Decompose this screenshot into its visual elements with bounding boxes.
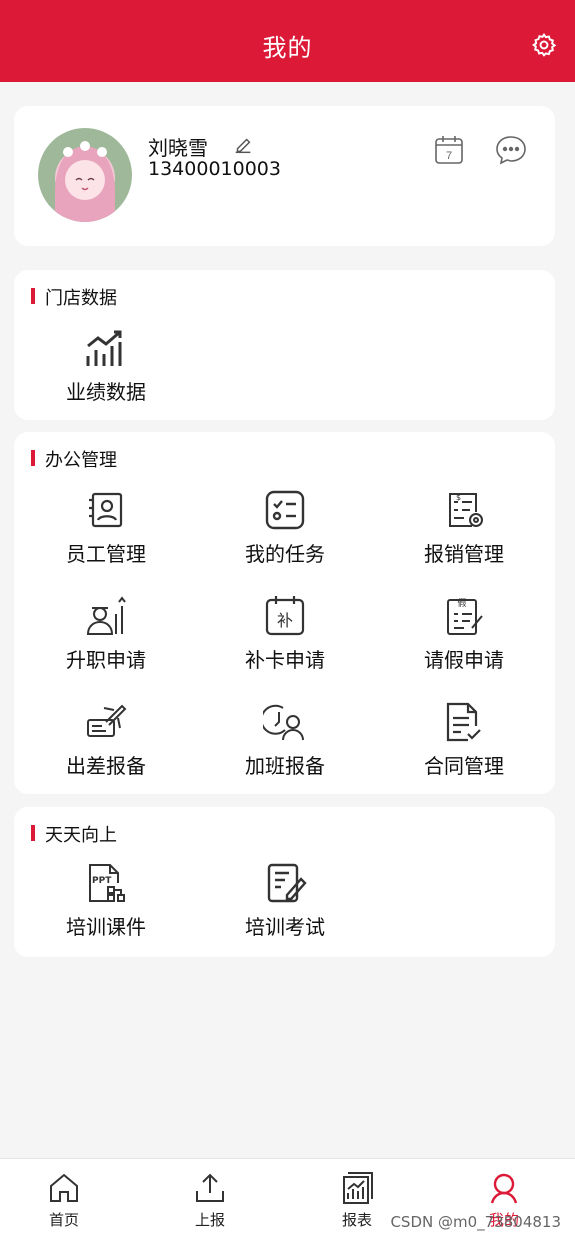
upload-icon (196, 1173, 224, 1202)
item-performance-data[interactable]: 业绩数据 (26, 326, 186, 405)
item-label: 升职申请 (66, 648, 146, 672)
item-label: 加班报备 (245, 754, 325, 778)
store-data-card: 门店数据 业绩数据 (14, 270, 555, 420)
item-leave-request[interactable]: 假 请假申请 (384, 594, 544, 673)
svg-text:补: 补 (277, 611, 293, 630)
item-label: 出差报备 (66, 754, 146, 778)
item-label: 合同管理 (424, 754, 504, 778)
reimbursement-doc-icon: $ (449, 493, 483, 527)
calendar-icon[interactable]: 7 (434, 134, 464, 166)
user-icon (490, 1173, 518, 1204)
watermark: CSDN @m0_73804813 (390, 1213, 561, 1231)
promotion-person-icon (86, 596, 126, 635)
item-training-courseware[interactable]: PPT 培训课件 (26, 861, 186, 940)
clock-fix-icon: 补 (265, 596, 305, 636)
item-label: 补卡申请 (245, 648, 325, 672)
svg-text:假: 假 (457, 598, 466, 609)
daily-card: 天天向上 PPT 培训课件 培训考试 (14, 807, 555, 957)
section-title-daily: 天天向上 (31, 821, 117, 847)
edit-icon[interactable] (232, 134, 254, 156)
business-trip-icon (87, 704, 127, 737)
item-clock-fix[interactable]: 补 补卡申请 (205, 594, 365, 673)
page-title: 我的 (262, 34, 313, 62)
item-reimbursement[interactable]: $ 报销管理 (384, 488, 544, 567)
message-icon[interactable] (494, 134, 528, 166)
svg-text:$: $ (456, 493, 461, 502)
exam-pen-icon (267, 863, 307, 903)
item-business-trip[interactable]: 出差报备 (26, 700, 186, 779)
item-my-tasks[interactable]: 我的任务 (205, 488, 365, 567)
item-label: 请假申请 (424, 648, 504, 672)
chart-trend-icon (86, 330, 122, 366)
svg-text:PPT: PPT (92, 876, 112, 886)
tab-report-upload[interactable]: 上报 (160, 1171, 260, 1230)
item-label: 培训考试 (245, 915, 325, 939)
report-chart-icon (343, 1172, 373, 1204)
overtime-clock-person-icon (263, 704, 304, 741)
leave-form-icon: 假 (447, 598, 483, 635)
item-training-exam[interactable]: 培训考试 (205, 861, 365, 940)
item-label: 我的任务 (245, 542, 325, 566)
item-overtime[interactable]: 加班报备 (205, 700, 365, 779)
avatar[interactable] (38, 128, 132, 222)
tab-home[interactable]: 首页 (14, 1171, 114, 1230)
user-phone: 13400010003 (148, 158, 281, 180)
ppt-file-icon: PPT (89, 864, 125, 902)
user-name: 刘晓雪 (148, 136, 208, 160)
svg-text:7: 7 (446, 150, 452, 162)
section-title-store: 门店数据 (31, 284, 117, 310)
tab-label: 首页 (48, 1211, 79, 1229)
app-header: 我的 (0, 0, 575, 82)
staff-card-icon (89, 492, 123, 528)
section-title-office: 办公管理 (31, 446, 117, 472)
item-label: 员工管理 (66, 542, 146, 566)
contract-doc-icon (446, 702, 481, 742)
item-contract[interactable]: 合同管理 (384, 700, 544, 779)
item-label: 业绩数据 (66, 380, 146, 404)
office-card: 办公管理 员工管理 我的任务 $ 报销管理 升职申请 补 补卡申请 假 请假申请… (14, 432, 555, 794)
item-promotion[interactable]: 升职申请 (26, 594, 186, 673)
home-icon (50, 1173, 78, 1202)
item-label: 培训课件 (66, 915, 146, 939)
profile-card: 刘晓雪 13400010003 7 (14, 106, 555, 246)
item-staff-management[interactable]: 员工管理 (26, 488, 186, 567)
tab-label: 上报 (194, 1211, 225, 1229)
task-list-icon (265, 490, 305, 530)
gear-icon[interactable] (531, 32, 557, 58)
item-label: 报销管理 (424, 542, 504, 566)
